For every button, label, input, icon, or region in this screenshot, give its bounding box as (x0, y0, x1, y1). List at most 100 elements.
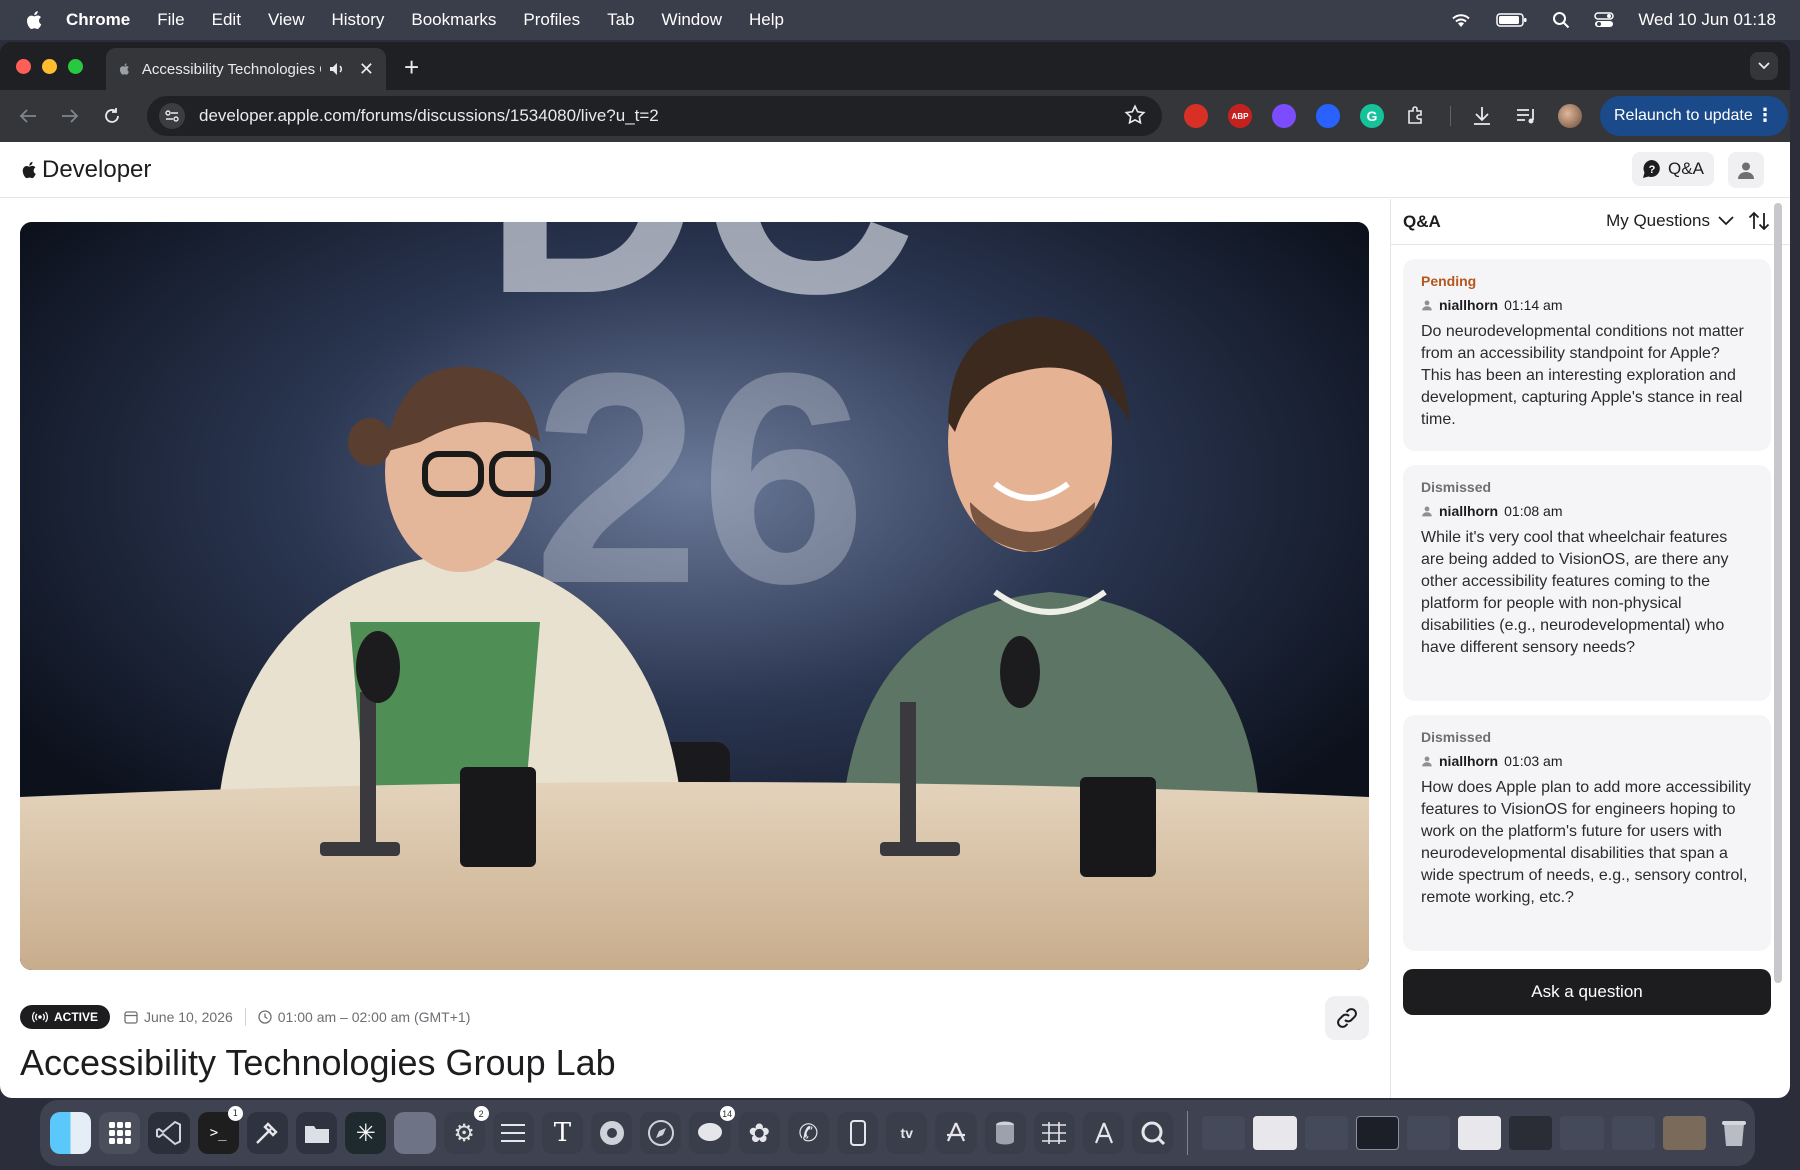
dock-spreadsheet-icon[interactable] (1033, 1112, 1075, 1154)
spotlight-search-icon[interactable] (1552, 11, 1570, 29)
privacy-extension-icon[interactable] (1272, 104, 1296, 128)
page-scrollbar[interactable] (1774, 203, 1782, 983)
questions-filter-dropdown[interactable]: My Questions (1606, 211, 1734, 231)
zoom-window-button[interactable] (68, 58, 83, 74)
dock-iphone-mirroring-icon[interactable] (837, 1112, 879, 1154)
forward-arrow-icon[interactable] (54, 100, 86, 132)
close-tab-icon[interactable]: ✕ (359, 59, 374, 80)
ask-question-button[interactable]: Ask a question (1403, 969, 1771, 1015)
menu-file[interactable]: File (157, 10, 184, 30)
chrome-window: Accessibility Technologies Group Lab ✕ +… (0, 42, 1790, 1098)
extensions-puzzle-icon[interactable] (1404, 104, 1428, 128)
question-username: niallhorn (1439, 753, 1499, 769)
dock-quicktime-icon[interactable] (1132, 1112, 1174, 1154)
menu-view[interactable]: View (268, 10, 305, 30)
developer-logo-text: Developer (42, 155, 152, 183)
speaker-icon[interactable] (329, 62, 345, 76)
dock-launchpad-icon[interactable] (99, 1112, 141, 1154)
menu-bookmarks[interactable]: Bookmarks (411, 10, 496, 30)
dock-minimized-window[interactable] (1253, 1116, 1297, 1150)
reload-icon[interactable] (96, 100, 128, 132)
dock-minimized-window[interactable] (1611, 1116, 1655, 1150)
tab-search-chevron-icon[interactable] (1750, 52, 1778, 80)
account-button[interactable] (1728, 152, 1764, 188)
menu-window[interactable]: Window (662, 10, 722, 30)
grammarly-extension-icon[interactable]: G (1360, 104, 1384, 128)
more-options-icon[interactable]: ⋮ (1756, 105, 1774, 126)
dock-disk-utility-icon[interactable] (984, 1112, 1026, 1154)
menu-help[interactable]: Help (749, 10, 784, 30)
control-center-icon[interactable] (1594, 12, 1615, 28)
question-time: 01:08 am (1504, 503, 1563, 519)
dock-phone-icon[interactable]: ✆ (787, 1112, 829, 1154)
battery-icon[interactable] (1496, 12, 1528, 28)
address-bar[interactable]: developer.apple.com/forums/discussions/1… (147, 96, 1162, 136)
dock-safari-compass-icon[interactable] (640, 1112, 682, 1154)
menu-profiles[interactable]: Profiles (523, 10, 580, 30)
browser-toolbar: developer.apple.com/forums/discussions/1… (0, 90, 1790, 142)
media-controls-icon[interactable] (1514, 104, 1538, 128)
sort-button[interactable] (1748, 211, 1770, 236)
dock-folder-icon[interactable] (295, 1112, 338, 1154)
apple-menu-icon[interactable] (24, 9, 46, 31)
menu-history[interactable]: History (331, 10, 384, 30)
shield-extension-icon[interactable] (1316, 104, 1340, 128)
dock-messages-icon[interactable]: 14 (689, 1106, 735, 1154)
tab-active[interactable]: Accessibility Technologies Group Lab ✕ (106, 48, 386, 90)
adblock-extension-icon[interactable]: ABP (1228, 104, 1252, 128)
relaunch-to-update-button[interactable]: Relaunch to update ⋮ (1600, 96, 1788, 136)
dock-system-settings-icon[interactable]: ⚙ 2 (443, 1106, 489, 1154)
dock-finder-icon[interactable] (50, 1112, 92, 1154)
dock-notes-icon[interactable] (492, 1112, 534, 1154)
dock-vscode-icon[interactable] (148, 1112, 190, 1154)
session-time-text: 01:00 am – 02:00 am (GMT+1) (277, 1009, 471, 1025)
dock-apple-tv-icon[interactable]: tv (886, 1112, 928, 1154)
dock-minimized-window[interactable] (1458, 1116, 1502, 1150)
dock-textedit-icon[interactable]: T (541, 1112, 584, 1154)
qa-toggle-button[interactable]: ? Q&A (1632, 152, 1714, 186)
minimize-window-button[interactable] (42, 58, 57, 74)
dock-minimized-window[interactable] (1662, 1116, 1706, 1150)
back-arrow-icon[interactable] (12, 100, 44, 132)
apple-developer-logo[interactable]: Developer (20, 156, 151, 184)
url-text[interactable]: developer.apple.com/forums/discussions/1… (199, 106, 659, 126)
dock-chrome-icon[interactable] (591, 1112, 633, 1154)
qa-button-label: Q&A (1668, 159, 1704, 178)
wifi-icon[interactable] (1450, 12, 1472, 28)
clock-icon (258, 1010, 272, 1024)
calendar-icon (124, 1011, 138, 1024)
dock-minimized-window[interactable] (1560, 1116, 1604, 1150)
person-icon (1422, 506, 1432, 517)
dock-instruments-icon[interactable] (1082, 1112, 1125, 1154)
profile-avatar[interactable] (1558, 104, 1582, 128)
question-text: How does Apple plan to add more accessib… (1421, 779, 1751, 906)
dock-app-store-icon[interactable] (935, 1112, 977, 1154)
close-window-button[interactable] (16, 58, 31, 74)
livestream-video[interactable]: DC 26 (20, 222, 1369, 970)
dock-divider (1187, 1111, 1189, 1155)
dock-minimized-window[interactable] (1202, 1116, 1246, 1150)
dock-minimized-window[interactable] (1509, 1116, 1553, 1150)
sort-arrows-icon (1748, 211, 1770, 231)
menu-edit[interactable]: Edit (212, 10, 241, 30)
dock-trash-icon[interactable] (1714, 1112, 1755, 1154)
dock-terminal-icon[interactable]: >_ 1 (197, 1106, 243, 1154)
download-icon[interactable] (1470, 104, 1494, 128)
stop-extension-icon[interactable] (1184, 104, 1208, 128)
new-tab-plus-icon[interactable]: + (404, 52, 419, 83)
bookmark-star-icon[interactable] (1124, 104, 1146, 126)
question-card: Dismissed niallhorn 01:03 am How does Ap… (1403, 715, 1771, 951)
menu-app-name[interactable]: Chrome (66, 10, 130, 30)
copy-link-button[interactable] (1325, 996, 1369, 1040)
menubar-clock[interactable]: Wed 10 Jun 01:18 (1638, 10, 1776, 30)
dock-minimized-window[interactable] (1355, 1116, 1399, 1150)
site-settings-icon[interactable] (159, 103, 185, 129)
menu-tab[interactable]: Tab (607, 10, 634, 30)
dock-minimized-window[interactable] (1304, 1116, 1348, 1150)
dock-photos-icon[interactable]: ✿ (738, 1112, 780, 1154)
dock-minimized-window[interactable] (1406, 1116, 1451, 1150)
dock-badge: 2 (473, 1106, 489, 1121)
dock-preview-icon[interactable] (394, 1112, 436, 1154)
dock-perplexity-icon[interactable]: ✳ (345, 1112, 387, 1154)
dock-xcode-hammer-icon[interactable] (246, 1112, 288, 1154)
